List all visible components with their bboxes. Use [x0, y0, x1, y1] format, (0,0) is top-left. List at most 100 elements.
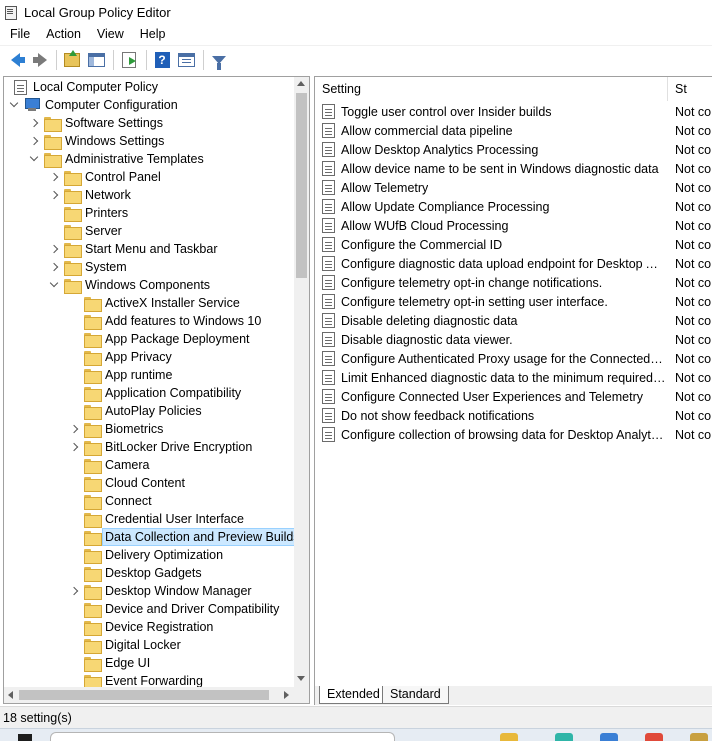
list-item[interactable]: Allow Telemetry Not co: [315, 178, 712, 197]
scroll-down-icon[interactable]: [297, 676, 305, 681]
tab-standard[interactable]: Standard: [382, 686, 449, 704]
chevron-right-icon[interactable]: [28, 114, 40, 132]
policy-setting-icon: [322, 313, 335, 328]
tree-item[interactable]: Windows Settings: [28, 132, 164, 150]
back-button[interactable]: [4, 49, 26, 71]
tree-item[interactable]: Local Computer Policy: [8, 78, 158, 96]
forward-button[interactable]: [28, 49, 50, 71]
list-item[interactable]: Allow commercial data pipeline Not co: [315, 121, 712, 140]
list-item[interactable]: Toggle user control over Insider builds N…: [315, 102, 712, 121]
tree-item[interactable]: Network: [48, 186, 131, 204]
column-header-state[interactable]: St: [667, 77, 712, 101]
list-item[interactable]: Configure telemetry opt-in change notifi…: [315, 273, 712, 292]
app-taskbar-icon[interactable]: [645, 733, 663, 741]
chevron-right-icon[interactable]: [28, 132, 40, 150]
tree-vertical-scrollbar[interactable]: [294, 77, 309, 687]
scroll-thumb[interactable]: [296, 93, 307, 278]
list-item[interactable]: Configure the Commercial ID Not co: [315, 235, 712, 254]
scroll-right-icon[interactable]: [284, 691, 289, 699]
show-hide-tree-button[interactable]: [85, 49, 107, 71]
filter-button[interactable]: [208, 49, 230, 71]
menu-file[interactable]: File: [2, 24, 38, 44]
tree-item[interactable]: Administrative Templates: [28, 150, 204, 168]
tree-item[interactable]: ActiveX Installer Service: [68, 294, 240, 312]
chevron-right-icon[interactable]: [48, 186, 60, 204]
list-item[interactable]: Allow Desktop Analytics Processing Not co: [315, 140, 712, 159]
tree-item[interactable]: Printers: [48, 204, 128, 222]
tab-extended[interactable]: Extended: [319, 686, 388, 704]
edge-taskbar-icon[interactable]: [555, 733, 573, 741]
chevron-right-icon[interactable]: [48, 258, 60, 276]
chevron-right-icon[interactable]: [68, 582, 80, 600]
list-item[interactable]: Disable diagnostic data viewer. Not co: [315, 330, 712, 349]
list-item[interactable]: Configure Authenticated Proxy usage for …: [315, 349, 712, 368]
tree-item[interactable]: Application Compatibility: [68, 384, 241, 402]
tree-item[interactable]: Connect: [68, 492, 152, 510]
tree-item[interactable]: Software Settings: [28, 114, 163, 132]
up-one-level-button[interactable]: [61, 49, 83, 71]
list-item[interactable]: Allow Update Compliance Processing Not co: [315, 197, 712, 216]
chevron-right-icon[interactable]: [48, 240, 60, 258]
tree-item[interactable]: Event Forwarding: [68, 672, 203, 687]
chevron-right-icon[interactable]: [68, 420, 80, 438]
chevron-down-icon[interactable]: [28, 150, 40, 168]
tree-item[interactable]: Add features to Windows 10: [68, 312, 261, 330]
menu-action[interactable]: Action: [38, 24, 89, 44]
menu-help[interactable]: Help: [132, 24, 174, 44]
list-item[interactable]: Limit Enhanced diagnostic data to the mi…: [315, 368, 712, 387]
chevron-right-icon[interactable]: [68, 438, 80, 456]
tree-item[interactable]: Digital Locker: [68, 636, 181, 654]
tree-item[interactable]: AutoPlay Policies: [68, 402, 202, 420]
tree-item[interactable]: Delivery Optimization: [68, 546, 223, 564]
tree-item[interactable]: Server: [48, 222, 122, 240]
store-taskbar-icon[interactable]: [600, 733, 618, 741]
setting-name-cell: Limit Enhanced diagnostic data to the mi…: [315, 370, 667, 385]
start-button[interactable]: [18, 734, 32, 741]
tree-item[interactable]: App Package Deployment: [68, 330, 250, 348]
menu-view[interactable]: View: [89, 24, 132, 44]
column-header-setting[interactable]: Setting: [315, 77, 667, 101]
scroll-left-icon[interactable]: [8, 691, 13, 699]
tree-item[interactable]: Biometrics: [68, 420, 163, 438]
list-item[interactable]: Allow device name to be sent in Windows …: [315, 159, 712, 178]
tree-item[interactable]: Start Menu and Taskbar: [48, 240, 217, 258]
app-taskbar-icon[interactable]: [690, 733, 708, 741]
tree-item[interactable]: Cloud Content: [68, 474, 185, 492]
tree-item-label: App runtime: [105, 368, 173, 382]
list-item[interactable]: Allow WUfB Cloud Processing Not co: [315, 216, 712, 235]
tree-item[interactable]: Data Collection and Preview Builds: [68, 528, 294, 546]
tree-horizontal-scrollbar[interactable]: [4, 687, 294, 703]
scroll-up-icon[interactable]: [297, 81, 305, 86]
chevron-right-icon[interactable]: [48, 168, 60, 186]
setting-name: Allow Update Compliance Processing: [341, 199, 550, 214]
tree-item[interactable]: BitLocker Drive Encryption: [68, 438, 252, 456]
tree-item[interactable]: Windows Components: [48, 276, 210, 294]
file-explorer-taskbar-icon[interactable]: [500, 733, 518, 741]
tree-item[interactable]: Camera: [68, 456, 149, 474]
tree-item[interactable]: Edge UI: [68, 654, 150, 672]
properties-button[interactable]: [175, 49, 197, 71]
list-item[interactable]: Configure diagnostic data upload endpoin…: [315, 254, 712, 273]
chevron-down-icon[interactable]: [8, 96, 20, 114]
tree-item[interactable]: Device Registration: [68, 618, 213, 636]
export-list-button[interactable]: [118, 49, 140, 71]
scroll-thumb[interactable]: [19, 690, 269, 700]
list-item[interactable]: Configure telemetry opt-in setting user …: [315, 292, 712, 311]
folder-icon: [84, 314, 102, 330]
tree-item[interactable]: Device and Driver Compatibility: [68, 600, 279, 618]
tree-item[interactable]: Credential User Interface: [68, 510, 244, 528]
tree-item[interactable]: Control Panel: [48, 168, 161, 186]
list-item[interactable]: Do not show feedback notifications Not co: [315, 406, 712, 425]
help-button[interactable]: ?: [151, 49, 173, 71]
tree-item[interactable]: System: [48, 258, 127, 276]
tree-item[interactable]: App runtime: [68, 366, 172, 384]
list-item[interactable]: Configure collection of browsing data fo…: [315, 425, 712, 444]
tree-item[interactable]: Desktop Window Manager: [68, 582, 252, 600]
taskbar-search-box[interactable]: [50, 732, 395, 741]
list-item[interactable]: Disable deleting diagnostic data Not co: [315, 311, 712, 330]
chevron-down-icon[interactable]: [48, 276, 60, 294]
tree-item[interactable]: Desktop Gadgets: [68, 564, 202, 582]
tree-item[interactable]: App Privacy: [68, 348, 172, 366]
list-item[interactable]: Configure Connected User Experiences and…: [315, 387, 712, 406]
tree-item[interactable]: Computer Configuration: [8, 96, 178, 114]
